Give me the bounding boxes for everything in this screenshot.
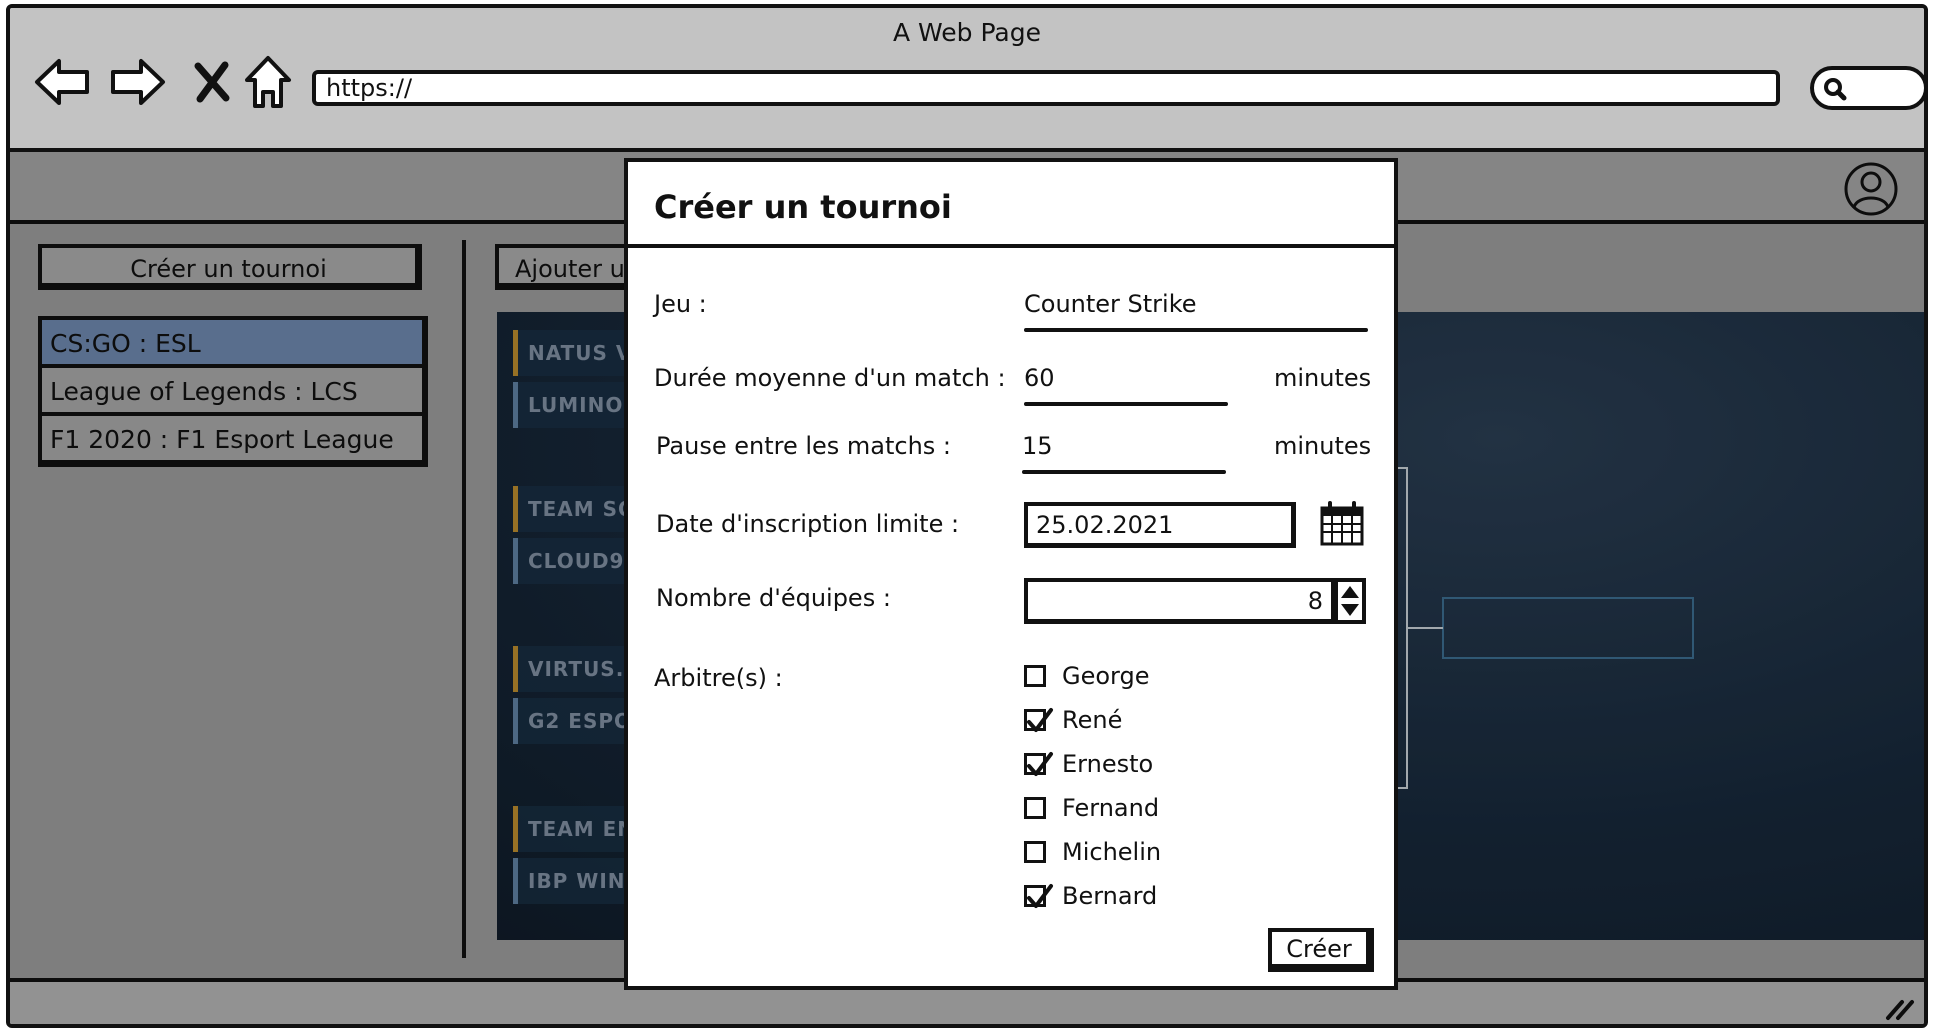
checkmark-icon xyxy=(1027,884,1053,908)
create-tournament-dialog: Créer un tournoi Jeu : Counter Strike Du… xyxy=(624,158,1398,990)
pause-label: Pause entre les matchs : xyxy=(656,432,952,460)
teams-count-input[interactable]: 8 xyxy=(1024,578,1336,624)
referee-checkbox-michelin[interactable]: Michelin xyxy=(1024,834,1161,870)
checkbox[interactable] xyxy=(1024,752,1053,776)
home-icon xyxy=(245,56,291,108)
pause-field-underline xyxy=(1022,470,1226,474)
close-icon xyxy=(194,61,230,103)
search-field[interactable] xyxy=(1810,66,1924,110)
checkmark-icon xyxy=(1027,752,1053,776)
checkbox[interactable] xyxy=(1024,797,1046,819)
teams-count-label: Nombre d'équipes : xyxy=(656,584,891,612)
referee-checkbox-fernand[interactable]: Fernand xyxy=(1024,790,1159,826)
create-submit-button[interactable]: Créer xyxy=(1268,928,1374,972)
url-input[interactable]: https:// xyxy=(312,70,1780,106)
deadline-date-input[interactable]: 25.02.2021 xyxy=(1024,502,1296,548)
browser-chrome: A Web Page https:// xyxy=(10,8,1924,152)
duration-label: Durée moyenne d'un match : xyxy=(654,364,1006,392)
forward-button[interactable] xyxy=(108,52,168,112)
duration-field[interactable]: 60 xyxy=(1024,364,1055,392)
home-button[interactable] xyxy=(238,52,298,112)
pause-unit: minutes xyxy=(1274,432,1372,460)
search-icon xyxy=(1824,78,1847,101)
checkbox[interactable] xyxy=(1024,708,1053,732)
referees-label: Arbitre(s) : xyxy=(654,664,783,692)
checkbox[interactable] xyxy=(1024,884,1053,908)
referee-name: Ernesto xyxy=(1062,750,1154,778)
duration-field-underline xyxy=(1024,402,1228,406)
referee-name: Michelin xyxy=(1062,838,1162,866)
teams-count-stepper[interactable] xyxy=(1334,578,1366,624)
checkmark-icon xyxy=(1027,708,1053,732)
back-button[interactable] xyxy=(32,52,92,112)
browser-window: A Web Page https:// Créer un tournoi CS:… xyxy=(6,4,1928,1028)
referee-checkbox-george[interactable]: George xyxy=(1024,658,1150,694)
game-label: Jeu : xyxy=(654,290,707,318)
pause-field[interactable]: 15 xyxy=(1022,432,1053,460)
referee-checkbox-rene[interactable]: René xyxy=(1024,702,1122,738)
referee-name: Fernand xyxy=(1062,794,1160,822)
checkbox[interactable] xyxy=(1024,665,1046,687)
referee-checkbox-ernesto[interactable]: Ernesto xyxy=(1024,746,1153,782)
game-field-underline xyxy=(1024,328,1368,332)
deadline-label: Date d'inscription limite : xyxy=(656,510,960,538)
window-title: A Web Page xyxy=(892,18,1042,47)
duration-unit: minutes xyxy=(1274,364,1372,392)
arrow-right-icon xyxy=(111,59,165,105)
game-field[interactable]: Counter Strike xyxy=(1024,290,1197,318)
checkbox[interactable] xyxy=(1024,841,1046,863)
stop-button[interactable] xyxy=(182,52,242,112)
calendar-button[interactable] xyxy=(1318,500,1366,552)
referee-name: Bernard xyxy=(1062,882,1158,910)
referee-checkbox-bernard[interactable]: Bernard xyxy=(1024,878,1157,914)
calendar-icon xyxy=(1320,501,1364,546)
dialog-title: Créer un tournoi xyxy=(654,188,952,226)
referee-name: George xyxy=(1062,662,1150,690)
referee-name: René xyxy=(1062,706,1123,734)
stepper-icon xyxy=(1341,586,1359,616)
arrow-left-icon xyxy=(35,59,89,105)
dialog-header: Créer un tournoi xyxy=(628,162,1394,248)
